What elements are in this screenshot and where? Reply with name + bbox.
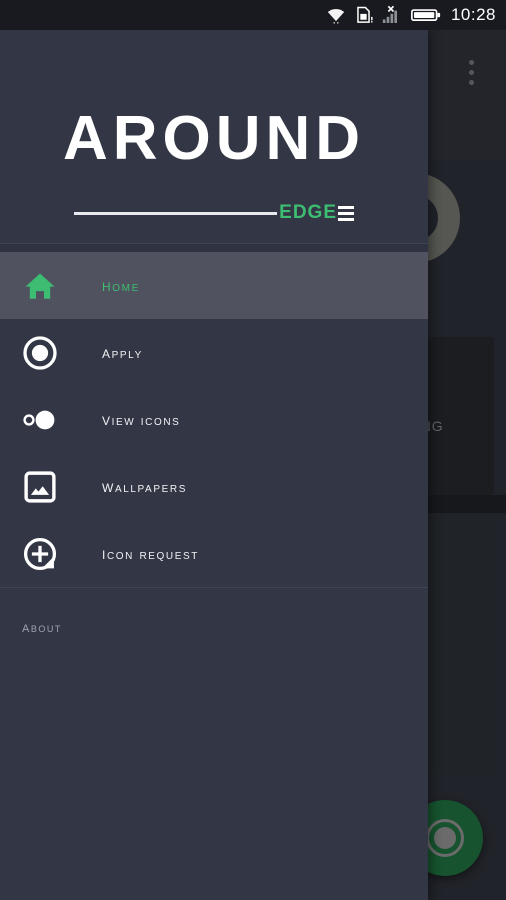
- sidebar-item-wallpapers[interactable]: Wallpapers: [0, 453, 428, 520]
- logo-rule: [74, 211, 278, 215]
- app-logo-subtitle: EDGE: [74, 202, 354, 223]
- three-bars-icon: [338, 205, 354, 221]
- signal-no-service-icon: [381, 5, 403, 25]
- sidebar-item-icon-request[interactable]: Icon Request: [0, 520, 428, 587]
- status-bar: 10:28: [0, 0, 506, 30]
- image-icon: [16, 463, 64, 511]
- wifi-icon: [326, 5, 346, 25]
- two-circles-icon: [16, 396, 64, 444]
- sidebar-section-label: About: [22, 619, 62, 636]
- sidebar-item-label: Wallpapers: [102, 476, 187, 496]
- sidebar-item-home[interactable]: Home: [0, 252, 428, 319]
- drawer-header: AROUND EDGE: [0, 30, 428, 243]
- home-icon: [16, 262, 64, 310]
- sidebar-item-label: View Icons: [102, 409, 181, 429]
- drawer-header-gap: [0, 244, 428, 252]
- status-bar-clock: 10:28: [450, 5, 496, 24]
- sidebar-item-view-icons[interactable]: View Icons: [0, 386, 428, 453]
- app-logo-title: AROUND: [62, 104, 366, 173]
- app-logo-accent: EDGE: [279, 202, 337, 223]
- radio-circle-icon: [16, 329, 64, 377]
- sidebar-item-label: Apply: [102, 342, 143, 362]
- sidebar-section-about[interactable]: About: [0, 588, 428, 668]
- drawer-empty-area: [0, 668, 428, 900]
- drawer-menu: Home Apply: [0, 252, 428, 587]
- sim-card-alert-icon: [354, 5, 373, 25]
- sidebar-item-label: Icon Request: [102, 543, 199, 563]
- navigation-drawer: AROUND EDGE Home: [0, 30, 428, 900]
- phone-screen: LONG AROUND EDGE: [0, 0, 506, 900]
- bar: [338, 205, 354, 209]
- plus-circle-icon: [16, 530, 64, 578]
- battery-icon: [410, 6, 441, 24]
- bar: [338, 211, 354, 215]
- sidebar-item-apply[interactable]: Apply: [0, 319, 428, 386]
- sidebar-item-label: Home: [102, 275, 140, 295]
- bar: [338, 217, 354, 221]
